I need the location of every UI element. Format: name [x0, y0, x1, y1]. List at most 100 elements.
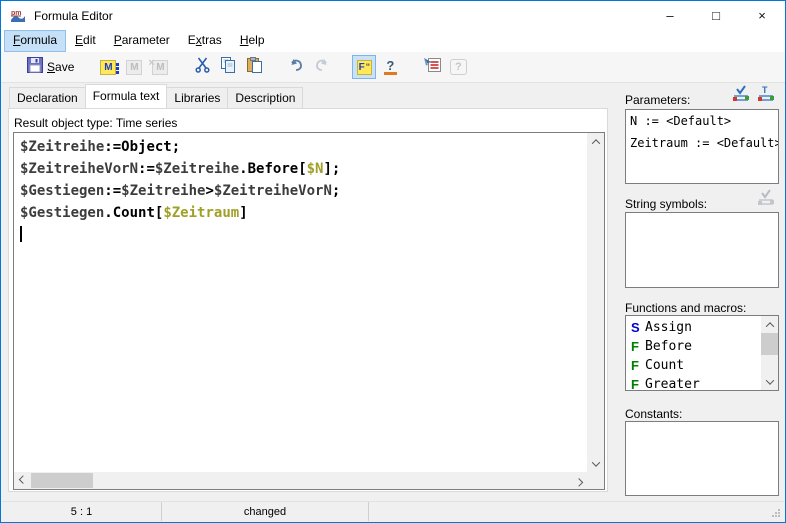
code-line: $Gestiegen:=$Zeitreihe>$ZeitreiheVorN;	[20, 180, 587, 202]
constants-list[interactable]	[625, 421, 779, 496]
cut-button[interactable]	[190, 55, 214, 79]
formula-strings-toggle[interactable]: F"	[352, 55, 376, 79]
save-label: Save	[47, 60, 74, 74]
formula-code-editor[interactable]: $Zeitreihe:=Object;$ZeitreiheVorN:=$Zeit…	[13, 132, 605, 490]
function-reference-button[interactable]	[420, 55, 444, 79]
scrollbar-corner	[587, 472, 604, 489]
code-area[interactable]: $Zeitreihe:=Object;$ZeitreiheVorN:=$Zeit…	[14, 133, 587, 472]
menu-bar: FormulaEditParameterExtrasHelp	[1, 30, 785, 52]
paste-icon	[246, 57, 262, 78]
editor-horizontal-scrollbar[interactable]	[14, 472, 587, 489]
new-parameter-button[interactable]: M	[96, 55, 120, 79]
window-controls: – □ ×	[647, 1, 785, 30]
code-line-cursor	[20, 224, 587, 246]
status-spacer	[369, 502, 784, 521]
parameter-item[interactable]: Zeitraum := <Default>	[626, 132, 778, 154]
paste-button[interactable]	[242, 55, 266, 79]
string-symbols-list[interactable]	[625, 212, 779, 288]
context-help-icon: ?	[450, 59, 467, 75]
save-button[interactable]: Save	[23, 55, 78, 79]
parameters-label: Parameters:	[625, 93, 690, 107]
delete-parameter-icon: ×M	[152, 60, 168, 75]
horizontal-scroll-thumb[interactable]	[31, 473, 93, 488]
context-help-button[interactable]: ?	[446, 55, 470, 79]
svg-text:T: T	[762, 85, 768, 95]
menu-extras[interactable]: Extras	[179, 30, 231, 52]
code-line: $ZeitreiheVorN:=$Zeitreihe.Before[$N];	[20, 158, 587, 180]
functions-scroll-up-button[interactable]	[761, 316, 778, 333]
redo-button[interactable]	[310, 55, 334, 79]
tab-description[interactable]: Description	[227, 87, 303, 108]
function-name: Before	[645, 339, 692, 354]
save-icon	[27, 57, 43, 78]
functions-and-macros-list[interactable]: SAssignFBeforeFCountFGreater	[625, 315, 779, 391]
status-cursor-position: 5 : 1	[2, 502, 162, 521]
menu-formula[interactable]: Formula	[4, 30, 66, 52]
edit-parameter-icon: M	[126, 60, 142, 75]
keyword-help-icon: ?	[384, 60, 397, 75]
formula-text-pane: Result object type: Time series $Zeitrei…	[8, 108, 608, 492]
function-name: Count	[645, 358, 684, 373]
function-type-letter: F	[631, 377, 645, 391]
functions-and-macros-label: Functions and macros:	[625, 301, 746, 315]
check-string-symbols-icon[interactable]	[756, 189, 776, 207]
minimize-button[interactable]: –	[647, 1, 693, 30]
function-type-letter: S	[631, 320, 645, 335]
toolbar: Save M M ×M	[1, 52, 785, 83]
menu-help[interactable]: Help	[231, 30, 274, 52]
parameter-item[interactable]: N := <Default>	[626, 110, 778, 132]
editor-vertical-scrollbar[interactable]	[587, 133, 604, 472]
functions-scroll-down-button[interactable]	[761, 373, 778, 390]
title-bar: pm Formula Editor – □ ×	[1, 1, 785, 30]
menu-parameter[interactable]: Parameter	[105, 30, 179, 52]
copy-button[interactable]	[216, 55, 240, 79]
copy-icon	[220, 57, 236, 78]
scroll-left-button[interactable]	[14, 472, 31, 489]
function-name: Assign	[645, 320, 692, 335]
function-item[interactable]: FBefore	[626, 337, 761, 356]
text-cursor	[20, 226, 22, 242]
parameters-list[interactable]: N := <Default>Zeitraum := <Default>	[625, 109, 779, 184]
undo-icon	[288, 58, 304, 77]
undo-button[interactable]	[284, 55, 308, 79]
function-type-letter: F	[631, 358, 645, 373]
functions-scroll-thumb[interactable]	[761, 333, 778, 355]
text-parameters-icon[interactable]: T	[756, 85, 776, 103]
close-button[interactable]: ×	[739, 1, 785, 30]
function-item[interactable]: FGreater	[626, 375, 761, 391]
status-changed-indicator: changed	[162, 502, 369, 521]
check-parameters-icon[interactable]	[731, 85, 751, 103]
edit-parameter-button[interactable]: M	[122, 55, 146, 79]
string-symbols-label: String symbols:	[625, 197, 707, 211]
tab-libraries[interactable]: Libraries	[166, 87, 228, 108]
window-title: Formula Editor	[34, 9, 113, 23]
tab-declaration[interactable]: Declaration	[9, 87, 86, 108]
constants-label: Constants:	[625, 407, 682, 421]
function-reference-icon	[423, 57, 442, 78]
formula-strings-icon: F"	[357, 60, 372, 75]
scroll-up-button[interactable]	[587, 133, 604, 150]
delete-parameter-button[interactable]: ×M	[148, 55, 172, 79]
scroll-down-button[interactable]	[587, 455, 604, 472]
resize-grip[interactable]	[771, 508, 781, 521]
scroll-right-button[interactable]	[570, 472, 587, 489]
maximize-button[interactable]: □	[693, 1, 739, 30]
function-type-letter: F	[631, 339, 645, 354]
menu-edit[interactable]: Edit	[66, 30, 105, 52]
tab-formula-text[interactable]: Formula text	[85, 84, 168, 108]
cut-icon	[195, 57, 210, 78]
redo-icon	[314, 58, 330, 77]
status-bar: 5 : 1changed	[2, 501, 784, 521]
functions-scrollbar[interactable]	[761, 316, 778, 390]
new-parameter-icon: M	[100, 60, 116, 75]
tab-strip: DeclarationFormula textLibrariesDescript…	[9, 86, 302, 108]
function-name: Greater	[645, 377, 700, 391]
main-area: DeclarationFormula textLibrariesDescript…	[1, 83, 785, 502]
function-item[interactable]: FCount	[626, 356, 761, 375]
app-icon: pm	[10, 8, 26, 24]
code-line: $Gestiegen.Count[$Zeitraum]	[20, 202, 587, 224]
function-item[interactable]: SAssign	[626, 318, 761, 337]
result-object-type-label: Result object type: Time series	[14, 116, 177, 130]
keyword-help-button[interactable]: ?	[378, 55, 402, 79]
formula-editor-window: pm Formula Editor – □ × FormulaEditParam…	[0, 0, 786, 523]
